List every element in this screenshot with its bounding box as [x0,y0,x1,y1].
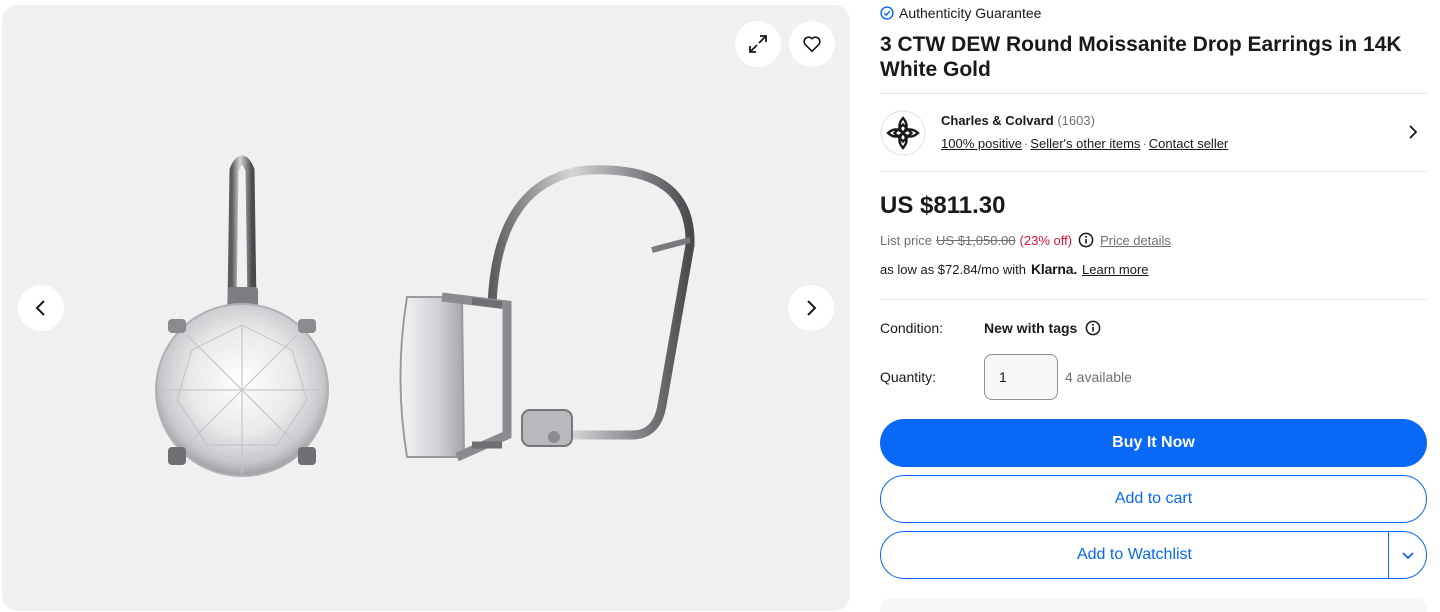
price-details-link[interactable]: Price details [1100,233,1171,248]
seller-name-line: Charles & Colvard (1603) [941,113,1095,128]
separator-dot: · [1142,136,1147,151]
seller-other-items-link[interactable]: Seller's other items [1030,136,1140,151]
current-price: US $811.30 [880,192,1006,219]
quantity-input[interactable] [984,354,1058,400]
next-image-button[interactable] [788,285,834,331]
seller-logo[interactable] [880,110,926,156]
verified-check-icon [880,6,894,20]
image-gallery [2,5,850,611]
chevron-down-icon [1401,552,1414,560]
klarna-logo: Klarna. [1030,261,1078,277]
product-title: 3 CTW DEW Round Moissanite Drop Earrings… [880,33,1402,81]
product-image[interactable] [2,5,850,611]
heart-icon [803,36,821,53]
add-to-watchlist-group: Add to Watchlist [880,531,1427,579]
info-card [880,598,1427,612]
quantity-available: 4 available [1065,369,1132,385]
watch-heart-button[interactable] [789,21,835,67]
info-icon[interactable] [1078,232,1094,248]
seller-name[interactable]: Charles & Colvard [941,113,1054,128]
discount-percent: (23% off) [1019,232,1073,248]
condition-label: Condition: [880,320,944,336]
installment-text: as low as $72.84/mo with [880,261,1026,277]
chevron-right-icon [807,300,817,316]
list-price-line: List price US $1,050.00 (23% off) Price … [880,232,1171,248]
klarna-financing-line: as low as $72.84/mo with Klarna. Learn m… [880,261,1149,277]
add-to-watchlist-button[interactable]: Add to Watchlist [881,546,1388,564]
divider [880,171,1427,172]
seller-links: 100% positive · Seller's other items · Conta… [941,136,1228,151]
learn-more-link[interactable]: Learn more [1082,262,1148,277]
seller-info[interactable]: Charles & Colvard (1603) 100% positive · S… [880,107,1427,159]
earring-side-view [399,165,695,462]
add-to-cart-button[interactable]: Add to cart [880,475,1427,523]
list-price-value: US $1,050.00 [936,232,1016,248]
expand-image-button[interactable] [735,21,781,67]
divider [880,93,1427,94]
info-icon[interactable] [1085,320,1101,336]
seller-positive-link[interactable]: 100% positive [941,136,1022,151]
contact-seller-link[interactable]: Contact seller [1149,136,1228,151]
watchlist-dropdown-button[interactable] [1389,532,1426,578]
chevron-right-icon[interactable] [1405,124,1421,140]
divider [880,299,1427,300]
quantity-label: Quantity: [880,369,937,385]
list-price-label: List price [880,232,933,248]
authenticity-badge[interactable]: Authenticity Guarantee [880,5,1041,21]
buy-it-now-button[interactable]: Buy It Now [880,419,1427,467]
earring-front-view [155,155,329,477]
chevron-left-icon [35,300,45,316]
authenticity-text: Authenticity Guarantee [899,5,1042,21]
condition-value: New with tags [984,320,1078,336]
seller-feedback-count: (1603) [1057,113,1095,128]
previous-image-button[interactable] [18,285,64,331]
condition-value-group: New with tags [984,320,1101,336]
expand-icon [749,35,767,53]
